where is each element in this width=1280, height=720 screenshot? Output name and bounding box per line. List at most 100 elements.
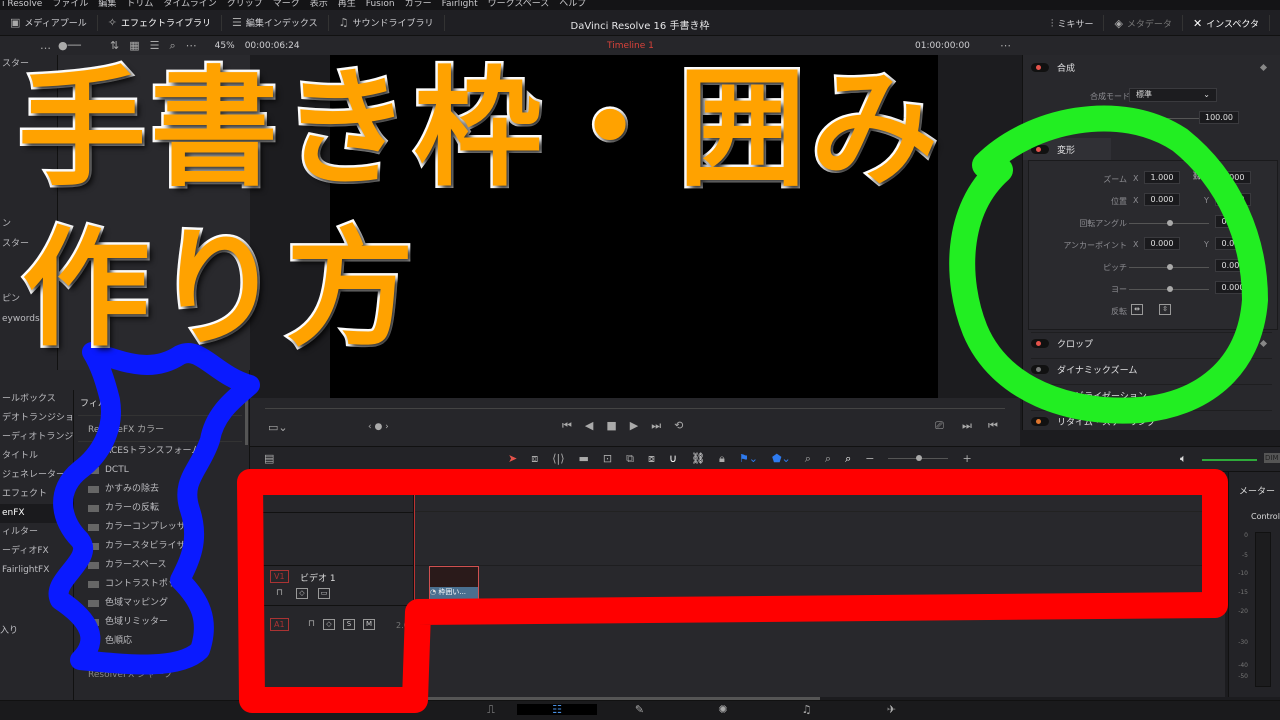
rotation-field[interactable]: 0.000 — [1215, 215, 1251, 228]
zoom-level[interactable]: 45% — [215, 41, 235, 51]
edit-index-button[interactable]: ☰ 編集インデックス — [222, 14, 329, 31]
edit-page-icon[interactable]: ☷ — [517, 704, 597, 715]
section-toggle[interactable] — [1031, 417, 1049, 426]
position-x-field[interactable]: 0.000 — [1144, 193, 1180, 206]
effect-item[interactable]: カラーの反転 — [78, 499, 242, 518]
solo-button[interactable]: S — [343, 619, 355, 630]
linked-selection-icon[interactable]: ⛓ — [691, 453, 705, 464]
replace-clip-icon[interactable]: ⧇ — [648, 453, 655, 464]
inspector-button[interactable]: ✕ インスペクタ — [1183, 15, 1270, 31]
inspector-section[interactable]: ダイナミックズーム — [1031, 358, 1272, 380]
favorites-label[interactable]: 入り — [0, 623, 18, 636]
effect-item[interactable]: 色順応 — [78, 632, 242, 651]
match-frame-icon[interactable]: ⎚ — [935, 420, 944, 431]
menu-item[interactable]: Fusion — [366, 0, 395, 10]
effects-library-button[interactable]: ✧ エフェクトライブラリ — [98, 14, 223, 31]
menu-item[interactable]: 表示 — [310, 0, 328, 10]
flip-horizontal-icon[interactable]: ⇹ — [1131, 304, 1143, 315]
position-lock-icon[interactable]: 🔒︎ — [719, 453, 725, 464]
bin-item[interactable]: ピン — [0, 290, 20, 309]
opacity-field[interactable]: 100.00 — [1199, 111, 1239, 124]
composite-toggle[interactable] — [1031, 62, 1049, 72]
zoom-detail-icon[interactable]: ⌕ — [825, 453, 831, 464]
section-toggle[interactable] — [1031, 365, 1049, 374]
effect-item[interactable]: カラーコンプレッサー — [78, 518, 242, 537]
flag-icon[interactable]: ⚑⌄ — [739, 453, 758, 464]
menu-item[interactable]: 編集 — [98, 0, 116, 10]
skip-start-icon[interactable]: ⏮ — [562, 420, 572, 431]
sound-library-button[interactable]: ♫ サウンドライブラリ — [329, 14, 445, 31]
menu-item[interactable]: Fairlight — [442, 0, 478, 10]
timeline-zoom-slider[interactable] — [888, 455, 949, 461]
track-enable-icon[interactable]: ▭ — [318, 588, 330, 599]
mute-button[interactable]: M — [363, 619, 375, 630]
media-pool-button[interactable]: ▣ メディアプール — [0, 14, 98, 31]
metadata-button[interactable]: ◈ メタデータ — [1104, 15, 1183, 31]
trim-tool-icon[interactable]: ⧈ — [531, 453, 538, 464]
mixer-button[interactable]: ⫶ ミキサー — [1041, 15, 1105, 31]
deliver-page-icon[interactable]: ✈ — [849, 704, 934, 715]
effect-item[interactable]: ACESトランスフォーム — [78, 442, 242, 461]
effect-item[interactable]: コントラストポップ — [78, 575, 242, 594]
auto-select-icon[interactable]: ◇ — [296, 588, 308, 599]
effect-category[interactable]: タイトル — [0, 447, 73, 466]
effect-category[interactable]: ールボックス — [0, 390, 73, 409]
zoom-y-field[interactable]: 1.000 — [1215, 171, 1251, 184]
bin-item[interactable]: ン — [0, 215, 11, 234]
more-options-icon[interactable]: ⋯ — [1000, 40, 1011, 51]
yaw-slider[interactable] — [1167, 286, 1173, 292]
rotation-slider[interactable] — [1167, 220, 1173, 226]
prev-edit-icon[interactable]: ⏮ — [988, 420, 998, 431]
video-clip[interactable]: ◔ 枠囲い... — [429, 566, 479, 603]
zoom-x-field[interactable]: 1.000 — [1144, 171, 1180, 184]
effect-category[interactable]: enFX — [0, 504, 73, 523]
dim-button[interactable]: DIM — [1264, 453, 1280, 463]
menu-item[interactable]: クリップ — [227, 0, 263, 10]
section-toggle[interactable] — [1031, 339, 1049, 348]
effect-item[interactable]: かすみの除去 — [78, 480, 242, 499]
yaw-field[interactable]: 0.000 — [1215, 281, 1251, 294]
play-reverse-icon[interactable]: ◀ — [585, 420, 593, 431]
anchor-y-field[interactable]: 0.000 — [1215, 237, 1251, 250]
inspector-section[interactable]: スタビライゼーション — [1031, 384, 1272, 406]
menu-item[interactable]: カラー — [405, 0, 432, 10]
stop-icon[interactable]: ■ — [606, 420, 616, 431]
lock-icon[interactable]: ⊓ — [308, 619, 315, 630]
effect-category[interactable]: エフェクト — [0, 485, 73, 504]
effect-item[interactable]: DCTL — [78, 461, 242, 480]
search-icon[interactable]: ⌕ — [170, 40, 176, 51]
selection-tool-icon[interactable]: ➤ — [508, 453, 517, 464]
snapping-icon[interactable]: ∪ — [669, 453, 677, 464]
scrubber[interactable] — [265, 408, 1005, 409]
insert-clip-icon[interactable]: ⊡ — [603, 453, 612, 464]
effect-item[interactable]: カラースタビライザー — [78, 537, 242, 556]
effect-category[interactable]: ジェネレーター — [0, 466, 73, 485]
effect-category[interactable]: ーディオFX — [0, 542, 73, 561]
menu-item[interactable]: ファイル — [52, 0, 88, 10]
viewer-mode-icon[interactable]: ▭⌄ — [268, 422, 288, 433]
search-icon[interactable]: ⌕ — [233, 373, 239, 384]
lock-icon[interactable]: ⊓ — [276, 588, 283, 599]
group-resolvefx-sharpen[interactable]: ResolveFX シャープ — [78, 651, 242, 684]
effect-item[interactable]: カラースペース — [78, 556, 242, 575]
anchor-x-field[interactable]: 0.000 — [1144, 237, 1180, 250]
effect-category[interactable]: デオトランジション — [0, 409, 73, 428]
transform-toggle[interactable] — [1031, 144, 1049, 154]
menu-item[interactable]: タイムライン — [163, 0, 216, 10]
next-edit-icon[interactable]: ⏭ — [962, 420, 972, 431]
composite-mode-dropdown[interactable]: 標準 ⌄ — [1129, 88, 1217, 102]
effect-category[interactable]: ーディオトランジ... — [0, 428, 73, 447]
volume-slider[interactable] — [1202, 459, 1257, 461]
inspector-section[interactable]: クロップ — [1031, 332, 1272, 354]
color-page-icon[interactable]: ✺ — [682, 704, 764, 715]
loop-icon[interactable]: ⟲ — [674, 420, 683, 431]
flip-vertical-icon[interactable]: ⇳ — [1159, 304, 1171, 315]
scrollbar[interactable] — [245, 390, 248, 445]
volume-icon[interactable]: 🔈︎ — [1180, 453, 1187, 464]
zoom-in-icon[interactable]: + — [962, 453, 971, 464]
play-icon[interactable]: ▶ — [630, 420, 638, 431]
effect-item[interactable]: 色域リミッター — [78, 613, 242, 632]
group-resolvefx-color[interactable]: ResolveFX カラー — [78, 415, 242, 442]
overwrite-clip-icon[interactable]: ⧉ — [626, 453, 634, 464]
sort-icon[interactable]: ⇅ — [110, 40, 119, 51]
